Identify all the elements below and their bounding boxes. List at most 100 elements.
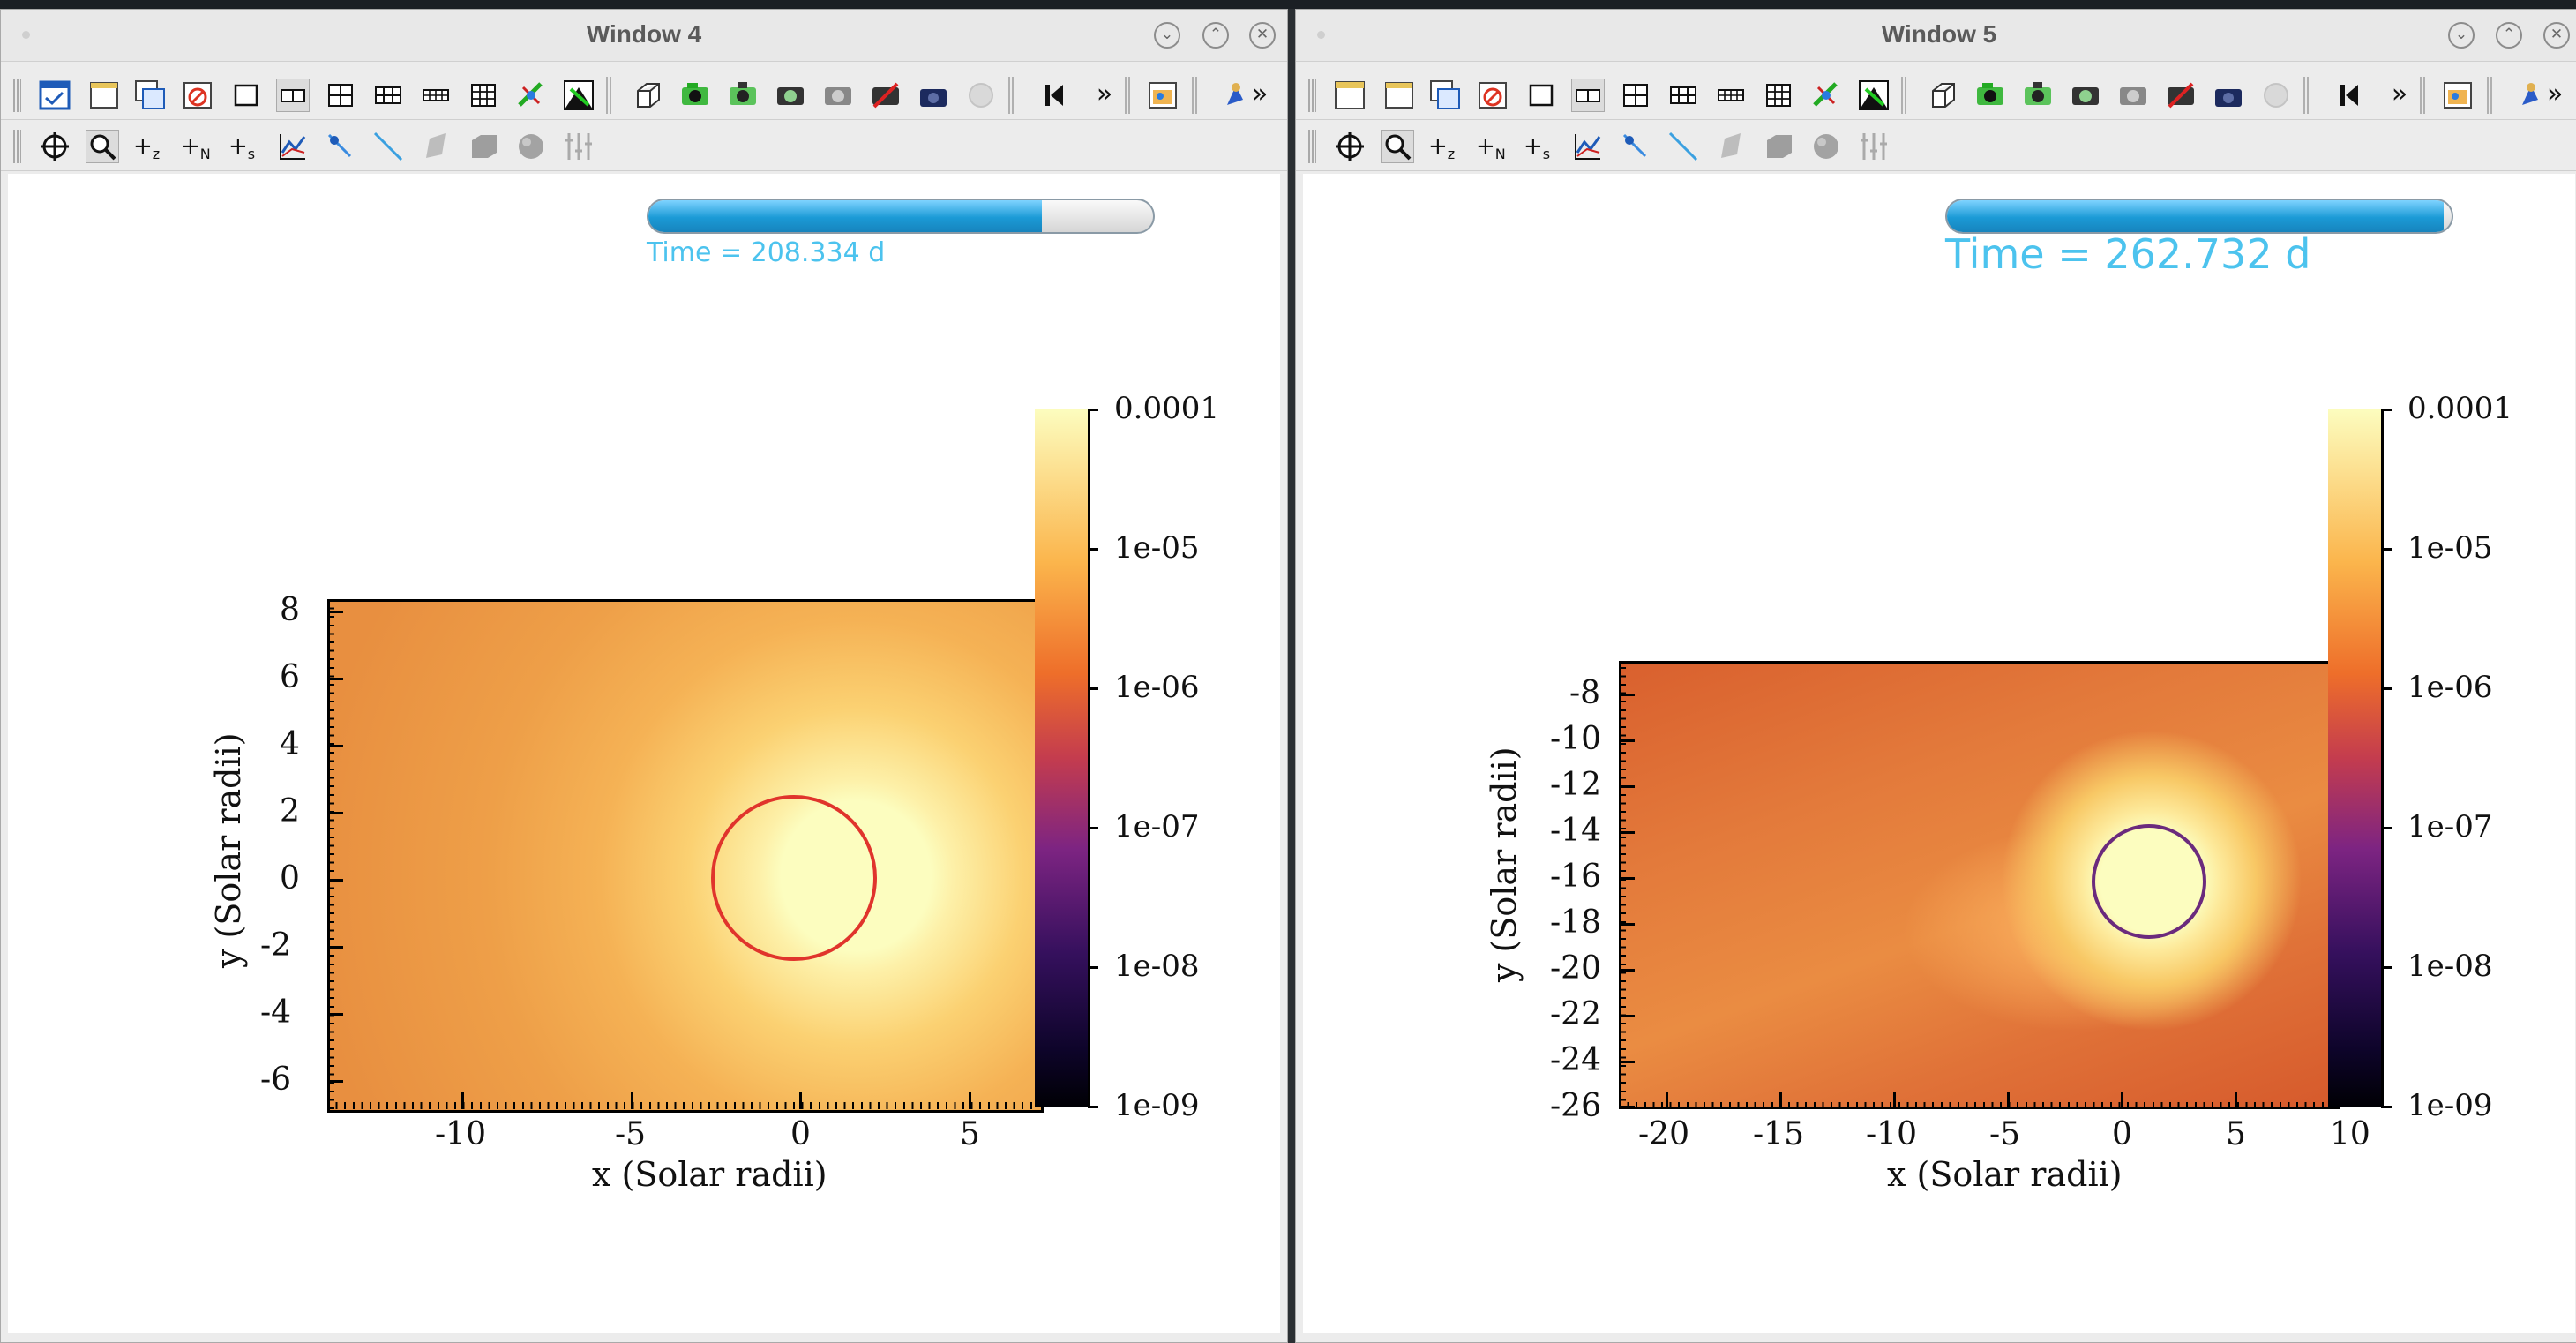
y-major-tick	[1619, 969, 1635, 972]
visualization-canvas[interactable]: Time = 208.334 d 0.0001 1e-05 1e-06 1e-0…	[8, 174, 1280, 1333]
layout-1x2-icon[interactable]	[1571, 79, 1605, 112]
bounding-box-icon[interactable]	[631, 79, 664, 112]
apply-operator-icon[interactable]	[1809, 79, 1843, 112]
delete-window-icon[interactable]	[1476, 79, 1509, 112]
lineout-icon[interactable]	[1571, 130, 1605, 163]
invert-background-icon[interactable]	[38, 79, 71, 112]
box-tool-icon	[1762, 130, 1795, 163]
layout-1x1-icon[interactable]	[230, 79, 264, 112]
spin-mode-icon[interactable]	[1857, 79, 1891, 112]
point-tool-icon[interactable]	[324, 130, 357, 163]
line-tool-icon[interactable]	[371, 130, 405, 163]
spreadsheet-pick-icon[interactable]: +s	[228, 130, 262, 163]
print-icon[interactable]	[821, 79, 855, 112]
toolbar-grip[interactable]	[1308, 130, 1316, 163]
apply-operator-icon[interactable]	[514, 79, 548, 112]
save-image-icon[interactable]	[726, 79, 760, 112]
zoom-icon[interactable]	[86, 130, 119, 163]
lighting-icon[interactable]	[1146, 79, 1179, 112]
pseudocolor-plot[interactable]	[1619, 661, 2340, 1109]
layout-2x3-icon[interactable]	[1666, 79, 1700, 112]
y-tick-label: 6	[280, 659, 300, 695]
new-window-icon[interactable]	[1382, 79, 1416, 112]
lighting-icon[interactable]	[2441, 79, 2475, 112]
layout-1x2-icon[interactable]	[276, 79, 310, 112]
layout-2x4-icon[interactable]	[1714, 79, 1748, 112]
node-pick-icon[interactable]: +N	[1476, 130, 1509, 163]
navigate-icon[interactable]	[1333, 130, 1367, 163]
layout-3x3-icon[interactable]	[467, 79, 500, 112]
bounding-box-icon[interactable]	[1926, 79, 1959, 112]
reverse-step-icon[interactable]	[2333, 79, 2367, 112]
disabled-tool-icon	[964, 79, 998, 112]
point-tool-icon[interactable]	[1619, 130, 1652, 163]
camera-icon[interactable]	[1973, 79, 2007, 112]
y-major-tick	[327, 879, 343, 882]
more-icon[interactable]: »	[1088, 79, 1121, 112]
export-icon[interactable]	[774, 79, 807, 112]
toolbar-grip[interactable]	[13, 79, 21, 112]
time-slider[interactable]	[647, 199, 1155, 234]
invert-background-icon[interactable]	[1333, 79, 1367, 112]
toolbar-grip[interactable]	[13, 130, 21, 163]
zone-pick-icon[interactable]: +z	[133, 130, 167, 163]
movie-icon[interactable]	[2164, 79, 2198, 112]
maximize-button[interactable]: ⌃	[1202, 22, 1229, 49]
x-major-tick	[2007, 1092, 2010, 1109]
delete-window-icon[interactable]	[181, 79, 214, 112]
minimize-button[interactable]: ⌄	[2448, 22, 2475, 49]
pick-icon[interactable]	[2513, 79, 2547, 112]
save-image-icon[interactable]	[2021, 79, 2055, 112]
window-5-titlebar[interactable]: Window 5 ⌄ ⌃ ✕	[1296, 10, 2576, 62]
new-window-icon[interactable]	[87, 79, 121, 112]
close-button[interactable]: ✕	[2543, 22, 2570, 49]
overflow-icon[interactable]: »	[2547, 79, 2576, 112]
time-slider[interactable]	[1945, 199, 2453, 234]
y-axis-label: y (Solar radii)	[1485, 747, 1524, 982]
x-tick-label: 0	[790, 1116, 811, 1152]
clone-window-icon[interactable]	[1428, 79, 1462, 112]
layout-2x2-icon[interactable]	[324, 79, 357, 112]
visualization-canvas[interactable]: Time = 262.732 d 0.0001 1e-05 1e-06 1e-0…	[1303, 174, 2575, 1333]
layout-2x2-icon[interactable]	[1619, 79, 1652, 112]
line-tool-icon[interactable]	[1666, 130, 1700, 163]
y-tick-label: 0	[280, 860, 300, 897]
print-icon[interactable]	[2116, 79, 2150, 112]
lock-icon[interactable]	[917, 79, 950, 112]
colorbar-tick	[1088, 548, 1098, 551]
disabled-tool-icon	[2259, 79, 2293, 112]
y-major-tick	[1619, 923, 1635, 926]
navigate-icon[interactable]	[38, 130, 71, 163]
colorbar-tick	[2381, 548, 2392, 551]
minimize-button[interactable]: ⌄	[1154, 22, 1180, 49]
layout-2x4-icon[interactable]	[419, 79, 453, 112]
pseudocolor-plot[interactable]	[327, 599, 1044, 1113]
spreadsheet-pick-icon[interactable]: +s	[1524, 130, 1557, 163]
x-major-tick	[969, 1092, 971, 1109]
overflow-icon[interactable]: »	[1252, 79, 1285, 112]
pick-icon[interactable]	[1218, 79, 1252, 112]
clone-window-icon[interactable]	[133, 79, 167, 112]
close-button[interactable]: ✕	[1249, 22, 1276, 49]
camera-icon[interactable]	[678, 79, 712, 112]
x-tick-label: -10	[1866, 1116, 1917, 1152]
zoom-icon[interactable]	[1381, 130, 1414, 163]
desktop-bar	[0, 0, 2576, 9]
y-major-tick	[1619, 739, 1635, 742]
layout-2x3-icon[interactable]	[371, 79, 405, 112]
window-title: Window 5	[1881, 20, 1997, 48]
lineout-icon[interactable]	[276, 130, 310, 163]
node-pick-icon[interactable]: +N	[181, 130, 214, 163]
layout-3x3-icon[interactable]	[1762, 79, 1795, 112]
window-4-titlebar[interactable]: Window 4 ⌄ ⌃ ✕	[1, 10, 1287, 62]
reverse-step-icon[interactable]	[1038, 79, 1072, 112]
toolbar-grip[interactable]	[1308, 79, 1316, 112]
lock-icon[interactable]	[2212, 79, 2245, 112]
layout-1x1-icon[interactable]	[1525, 79, 1559, 112]
export-icon[interactable]	[2069, 79, 2102, 112]
more-icon[interactable]: »	[2383, 79, 2416, 112]
movie-icon[interactable]	[869, 79, 902, 112]
zone-pick-icon[interactable]: +z	[1428, 130, 1462, 163]
spin-mode-icon[interactable]	[562, 79, 595, 112]
maximize-button[interactable]: ⌃	[2496, 22, 2522, 49]
